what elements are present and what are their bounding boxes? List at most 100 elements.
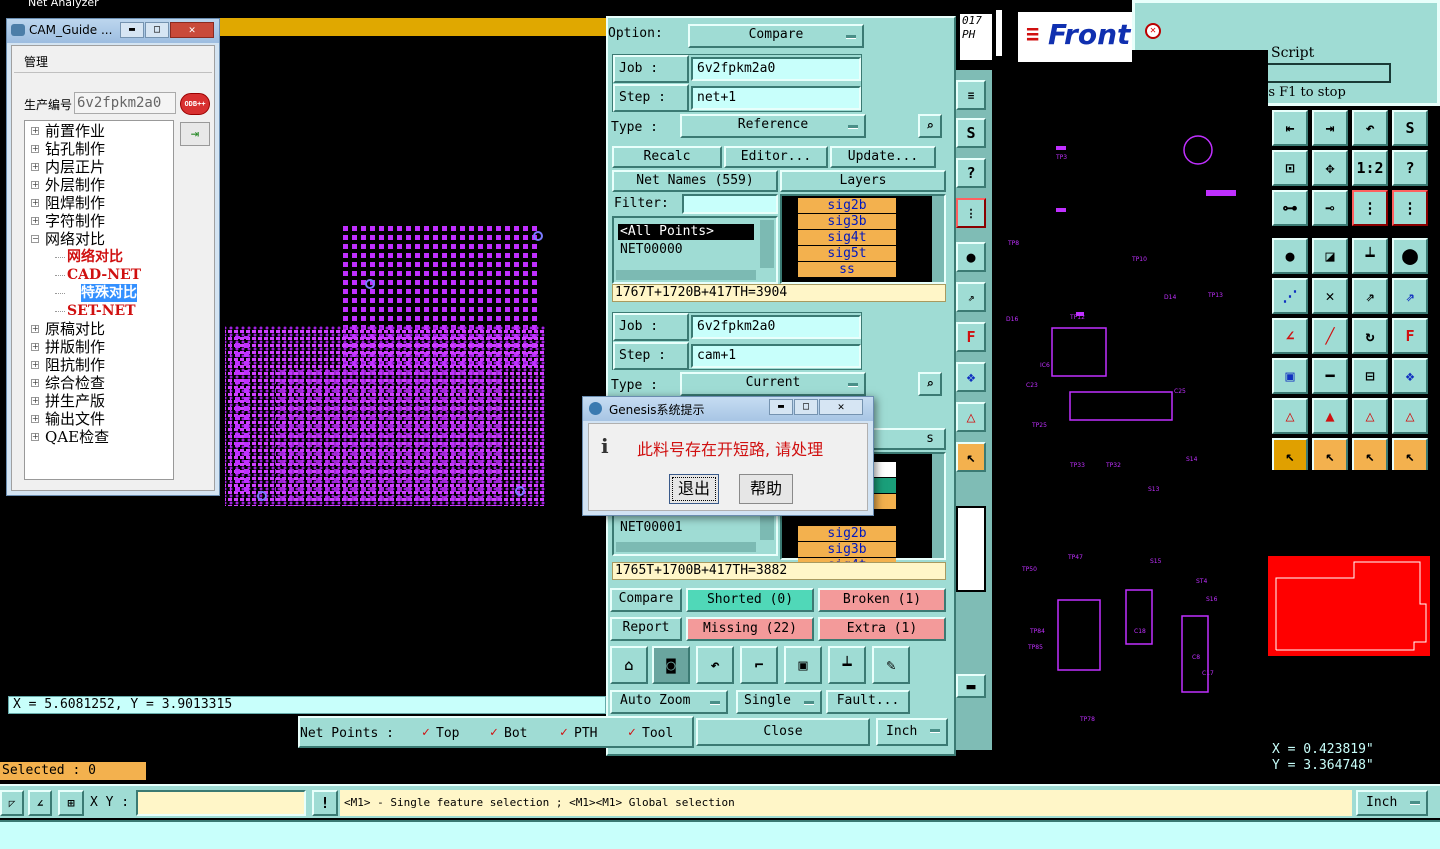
strip-list-icon[interactable]: ≡	[956, 80, 986, 110]
warning-icon[interactable]: !	[312, 790, 338, 816]
close-net-button[interactable]: Close	[696, 718, 870, 746]
strip-s-icon[interactable]: S	[956, 118, 986, 148]
bar-icon[interactable]: ━	[1312, 358, 1348, 394]
layers-blue-icon[interactable]: ⋮	[1392, 190, 1428, 226]
bot-checkbox[interactable]: ✓	[490, 725, 498, 740]
broken-result[interactable]: Broken (1)	[818, 588, 946, 612]
strip-pad-icon[interactable]: ●	[956, 242, 986, 272]
tree-item[interactable]: − 网络对比	[25, 230, 173, 248]
square-pad-icon[interactable]: ▣	[1272, 358, 1308, 394]
help-icon[interactable]: ?	[1392, 150, 1428, 186]
snap-blue-icon[interactable]: ⇗	[1392, 278, 1428, 314]
bottom-unit-dropdown[interactable]: Inch	[1356, 790, 1428, 816]
update-button[interactable]: Update...	[830, 146, 936, 168]
ref-net-scrollbar[interactable]	[760, 220, 774, 268]
route-icon[interactable]: ⌐	[740, 646, 778, 684]
strip-cluster-icon[interactable]: ❖	[956, 362, 986, 392]
strip-pointer-icon[interactable]: ↖	[956, 442, 986, 472]
ref-filter-field[interactable]	[682, 194, 778, 214]
ref-net-item[interactable]: NET00000	[620, 242, 683, 257]
right-graphics-canvas[interactable]: TP3 TP8 TP10 TP13 D14 D16 TP12 IC6 C23 C25 S14 TP25…	[996, 50, 1268, 784]
tree-expand-icon[interactable]: +	[31, 199, 39, 207]
tree-expand-icon[interactable]: +	[31, 163, 39, 171]
tree-item[interactable]: + 拼版制作	[25, 338, 173, 356]
cur-zoom-icon[interactable]: ⌕	[918, 372, 942, 396]
probe-icon[interactable]: ⊸	[1312, 190, 1348, 226]
fit-screen-icon[interactable]: ◙	[652, 646, 690, 684]
tree-item[interactable]: + 阻抗制作	[25, 356, 173, 374]
tree-expand-icon[interactable]: +	[31, 343, 39, 351]
report-button[interactable]: Report	[610, 617, 682, 641]
cur-step-field[interactable]: cam+1	[691, 344, 861, 368]
pointer3-icon[interactable]: ↖	[1352, 438, 1388, 474]
dialog-close-button[interactable]: ✕	[819, 399, 863, 415]
cur-job-field[interactable]: 6v2fpkm2a0	[691, 315, 861, 339]
cross-icon[interactable]: ✕	[1312, 278, 1348, 314]
circle-pad-icon[interactable]: ⬤	[1392, 238, 1428, 274]
strip-mirror-icon[interactable]: F	[956, 322, 986, 352]
zoom-icon[interactable]: ⌕	[918, 114, 942, 138]
tree-item[interactable]: + 拼生产版	[25, 392, 173, 410]
draw-line-icon[interactable]: ∠	[1272, 318, 1308, 354]
mirror-icon[interactable]: F	[1392, 318, 1428, 354]
cur-type-dropdown[interactable]: Current	[680, 372, 866, 396]
script-stop-icon[interactable]: ✕	[1145, 23, 1161, 39]
pth-checkbox[interactable]: ✓	[560, 725, 568, 740]
strip-snap-icon[interactable]: ⇗	[956, 282, 986, 312]
bottom-grid-icon[interactable]: ⊞	[58, 790, 84, 816]
prod-number-field[interactable]: 6v2fpkm2a0	[74, 92, 176, 114]
layer-item[interactable]: sig5t	[798, 246, 896, 261]
menu-manage[interactable]: 管理	[24, 53, 48, 70]
tree-item[interactable]: + 综合检查	[25, 374, 173, 392]
ref-layer-list[interactable]: sig2b sig3b sig4t sig5t ss	[780, 194, 946, 284]
dialog-help-button[interactable]: 帮助	[739, 474, 793, 504]
tree-expand-icon[interactable]: +	[31, 433, 39, 441]
triangle4-icon[interactable]: △	[1392, 398, 1428, 434]
tree-item[interactable]: + 原稿对比	[25, 320, 173, 338]
tree-item[interactable]: 特殊对比	[25, 284, 173, 302]
rotate-icon[interactable]: ↻	[1352, 318, 1388, 354]
maximize-button[interactable]: □	[145, 22, 169, 38]
editor-button[interactable]: Editor...	[724, 146, 828, 168]
compare-button[interactable]: Compare	[610, 588, 682, 612]
pad-icon[interactable]: ●	[1272, 238, 1308, 274]
tool-checkbox[interactable]: ✓	[628, 725, 636, 740]
recalc-button[interactable]: Recalc	[612, 146, 722, 168]
ruler-icon[interactable]: ┷	[828, 646, 866, 684]
snap-icon[interactable]: ⇗	[1352, 278, 1388, 314]
triangle3-icon[interactable]: △	[1352, 398, 1388, 434]
tree-item[interactable]: + 内层正片	[25, 158, 173, 176]
tree-item[interactable]: + QAE检查	[25, 428, 173, 446]
attribute-icon[interactable]: ⊶	[1272, 190, 1308, 226]
layer-item[interactable]: sig2b	[798, 526, 896, 541]
line-icon[interactable]: ╱	[1312, 318, 1348, 354]
minimize-button[interactable]: ▬	[120, 22, 144, 38]
single-dropdown[interactable]: Single	[736, 690, 822, 714]
close-button[interactable]: ✕	[170, 22, 214, 38]
bottom-measure-icon[interactable]: ∠	[28, 790, 52, 816]
ref-net-list[interactable]: <All Points> NET00000	[612, 216, 778, 284]
export-icon[interactable]: ⇥	[1312, 110, 1348, 146]
layer-item[interactable]: sig4t	[798, 230, 896, 245]
cluster-icon[interactable]: ❖	[1392, 358, 1428, 394]
tree-expand-icon[interactable]: +	[31, 397, 39, 405]
home-icon[interactable]: ⌂	[610, 646, 648, 684]
tree-expand-icon[interactable]: +	[31, 127, 39, 135]
ref-step-field[interactable]: net+1	[691, 86, 861, 110]
tree-expand-icon[interactable]: +	[31, 415, 39, 423]
ref-job-field[interactable]: 6v2fpkm2a0	[691, 57, 861, 81]
extra-result[interactable]: Extra (1)	[818, 617, 946, 641]
ref-all-points-item[interactable]: <All Points>	[618, 224, 754, 240]
undo-icon[interactable]: ↶	[1352, 110, 1388, 146]
s-icon[interactable]: S	[1392, 110, 1428, 146]
pointer2-icon[interactable]: ↖	[1312, 438, 1348, 474]
tree-item[interactable]: + 字符制作	[25, 212, 173, 230]
undo-icon[interactable]: ↶	[696, 646, 734, 684]
ratio-icon[interactable]: 1:2	[1352, 150, 1388, 186]
xy-input[interactable]	[136, 790, 306, 816]
tree-expand-icon[interactable]: +	[31, 361, 39, 369]
tree-item[interactable]: + 前置作业	[25, 122, 173, 140]
strip-layers-icon[interactable]: ⋮	[956, 198, 986, 228]
shorted-result[interactable]: Shorted (0)	[686, 588, 814, 612]
measure-icon[interactable]: ┷	[1352, 238, 1388, 274]
